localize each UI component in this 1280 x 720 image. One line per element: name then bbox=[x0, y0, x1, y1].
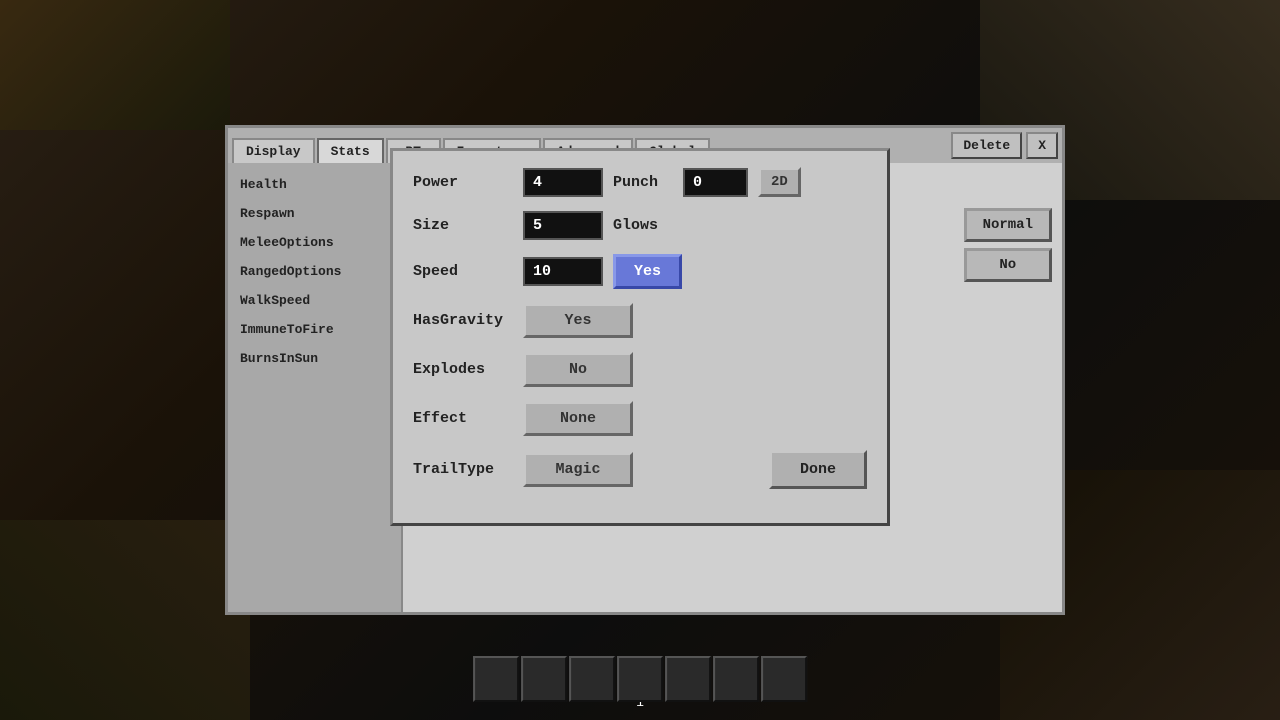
punch-input[interactable] bbox=[683, 168, 748, 197]
trailtype-button[interactable]: Magic bbox=[523, 452, 633, 487]
sidebar-item-burnsinsun[interactable]: BurnsInSun bbox=[232, 345, 397, 372]
tab-display[interactable]: Display bbox=[232, 138, 315, 163]
hotbar-slot-3[interactable] bbox=[569, 656, 615, 702]
sidebar: Health Respawn MeleeOptions RangedOption… bbox=[228, 163, 403, 612]
tab-stats[interactable]: Stats bbox=[317, 138, 384, 163]
normal-button[interactable]: Normal bbox=[964, 208, 1052, 242]
hasgravity-button[interactable]: Yes bbox=[523, 303, 633, 338]
close-button[interactable]: X bbox=[1026, 132, 1058, 159]
hotbar-slot-2[interactable] bbox=[521, 656, 567, 702]
hotbar-slot-4[interactable] bbox=[617, 656, 663, 702]
size-label: Size bbox=[413, 217, 513, 234]
no-right-button[interactable]: No bbox=[964, 248, 1052, 282]
hotbar-slot-7[interactable] bbox=[761, 656, 807, 702]
power-row: Power Punch 2D bbox=[413, 167, 867, 197]
effect-button[interactable]: None bbox=[523, 401, 633, 436]
bg-detail-tl bbox=[0, 0, 230, 130]
glows-label: Glows bbox=[613, 217, 673, 234]
glows-toggle[interactable]: Yes bbox=[613, 254, 682, 289]
hotbar-slot-6[interactable] bbox=[713, 656, 759, 702]
bg-detail-bl bbox=[0, 520, 250, 720]
sidebar-item-respawn[interactable]: Respawn bbox=[232, 200, 397, 227]
sidebar-item-immunetofire[interactable]: ImmuneToFire bbox=[232, 316, 397, 343]
explodes-row: Explodes No bbox=[413, 352, 867, 387]
explodes-button[interactable]: No bbox=[523, 352, 633, 387]
punch-label: Punch bbox=[613, 174, 673, 191]
hotbar-slots bbox=[473, 656, 807, 702]
effect-label: Effect bbox=[413, 410, 513, 427]
right-side-buttons: Normal No bbox=[964, 208, 1052, 282]
size-input[interactable] bbox=[523, 211, 603, 240]
speed-row: Speed Yes bbox=[413, 254, 867, 289]
explodes-label: Explodes bbox=[413, 361, 513, 378]
trailtype-label: TrailType bbox=[413, 461, 513, 478]
speed-input[interactable] bbox=[523, 257, 603, 286]
power-label: Power bbox=[413, 174, 513, 191]
hotbar-slot-1[interactable] bbox=[473, 656, 519, 702]
sidebar-item-ranged[interactable]: RangedOptions bbox=[232, 258, 397, 285]
sidebar-item-melee[interactable]: MeleeOptions bbox=[232, 229, 397, 256]
effect-row: Effect None bbox=[413, 401, 867, 436]
hotbar: 1 bbox=[636, 695, 644, 712]
top-right-buttons: Delete X bbox=[951, 132, 1058, 159]
hotbar-slot-5[interactable] bbox=[665, 656, 711, 702]
power-input[interactable] bbox=[523, 168, 603, 197]
speed-label: Speed bbox=[413, 263, 513, 280]
hasgravity-row: HasGravity Yes bbox=[413, 303, 867, 338]
dialog: Power Punch 2D Size Glows Speed Yes HasG… bbox=[390, 148, 890, 526]
hasgravity-label: HasGravity bbox=[413, 312, 513, 329]
size-row: Size Glows bbox=[413, 211, 867, 240]
trailtype-row: TrailType Magic Done bbox=[413, 450, 867, 489]
sidebar-item-walkspeed[interactable]: WalkSpeed bbox=[232, 287, 397, 314]
done-button[interactable]: Done bbox=[769, 450, 867, 489]
2d-button[interactable]: 2D bbox=[758, 167, 801, 197]
sidebar-item-health[interactable]: Health bbox=[232, 171, 397, 198]
delete-button[interactable]: Delete bbox=[951, 132, 1022, 159]
